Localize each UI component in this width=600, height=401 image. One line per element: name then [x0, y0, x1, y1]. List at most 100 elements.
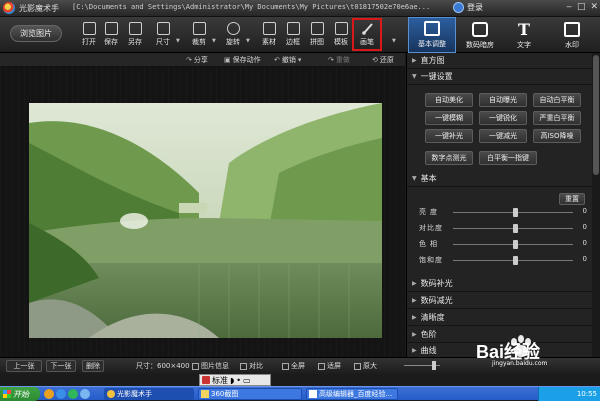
section-fill-light[interactable]: ▶ 数码补光 — [407, 276, 593, 292]
size-button[interactable]: 尺寸 — [152, 20, 174, 50]
hue-slider[interactable]: 色相 0 — [419, 239, 587, 250]
slider-handle[interactable] — [513, 240, 518, 249]
save-label: 保存 — [104, 38, 118, 46]
brightness-slider[interactable]: 亮度 0 — [419, 207, 587, 218]
ime-toolbar[interactable]: 标准 ◗ • ▭ — [199, 374, 271, 386]
image-info-button[interactable]: 图片信息 — [192, 361, 229, 371]
rotate-button[interactable]: 旋转 — [222, 20, 244, 50]
open-icon — [82, 22, 96, 35]
undo-label: 撤销 — [281, 56, 296, 64]
clock[interactable]: 10:55 — [577, 390, 597, 398]
edited-photo[interactable] — [29, 103, 382, 338]
section-reduce-light[interactable]: ▶ 数码减光 — [407, 293, 593, 309]
save-button[interactable]: 保存 — [100, 20, 122, 50]
scrollbar-thumb[interactable] — [593, 55, 599, 175]
zoom-slider-handle[interactable] — [432, 361, 436, 370]
section-curves-label: 曲线 — [420, 346, 437, 355]
one-click-blur-button[interactable]: 一键模糊 — [425, 111, 473, 125]
start-button[interactable]: 开始 — [0, 387, 40, 401]
saturation-slider[interactable]: 饱和度 0 — [419, 255, 587, 266]
task-photo-editor[interactable]: 光影魔术手 — [104, 388, 194, 400]
ime-punctuation-icon[interactable]: • — [236, 376, 241, 385]
material-button[interactable]: 素材 — [258, 20, 280, 50]
delete-button[interactable]: 删除 — [82, 360, 104, 372]
ime-keyboard-icon[interactable]: ▭ — [243, 376, 251, 385]
login-button[interactable]: 登录 — [453, 2, 483, 13]
collage-button[interactable]: 拼图 — [306, 20, 328, 50]
size-dropdown-icon[interactable]: ▼ — [176, 38, 180, 44]
section-basic[interactable]: ▼ 基本 — [407, 171, 593, 187]
white-balance-picker-button[interactable]: 白平衡一指键 — [479, 151, 537, 165]
slider-handle[interactable] — [513, 224, 518, 233]
next-image-button[interactable]: 下一张 — [46, 360, 76, 372]
app-logo-icon — [3, 2, 15, 14]
brush-button[interactable]: 画笔 — [352, 18, 382, 51]
high-iso-denoise-button[interactable]: 高ISO降噪 — [533, 129, 581, 143]
quicklaunch-icon[interactable] — [56, 389, 66, 399]
crop-button[interactable]: 裁剪 — [188, 20, 210, 50]
strict-white-balance-button[interactable]: 严重白平衡 — [533, 111, 581, 125]
tab-watermark[interactable]: 水印 — [552, 17, 592, 53]
rotate-icon — [226, 22, 240, 35]
tab-basic-adjust[interactable]: 基本调整 — [408, 17, 456, 53]
close-button[interactable]: ✕ — [590, 2, 598, 12]
reduce-light-button[interactable]: 一键减光 — [479, 129, 527, 143]
auto-beautify-button[interactable]: 自动美化 — [425, 93, 473, 107]
contrast-slider[interactable]: 对比度 0 — [419, 223, 587, 234]
original-size-label: 原大 — [363, 362, 377, 370]
spot-metering-button[interactable]: 数字点测光 — [425, 151, 473, 165]
quicklaunch-icon[interactable] — [44, 389, 54, 399]
original-size-icon — [354, 362, 361, 370]
fill-light-button[interactable]: 一键补光 — [425, 129, 473, 143]
section-histogram[interactable]: ▶ 直方图 — [407, 53, 593, 69]
text-icon: T — [518, 20, 530, 39]
slider-handle[interactable] — [513, 256, 518, 265]
browse-images-button[interactable]: 浏览图片 — [10, 25, 62, 42]
maximize-button[interactable]: □ — [577, 2, 586, 12]
rotate-dropdown-icon[interactable]: ▼ — [246, 38, 250, 44]
border-icon — [286, 22, 300, 35]
border-button[interactable]: 边框 — [282, 20, 304, 50]
save-as-button[interactable]: 另存 — [124, 20, 146, 50]
undo-dropdown-icon[interactable]: ▾ — [298, 56, 302, 64]
share-button[interactable]: ↷ 分享 — [186, 55, 208, 65]
restore-icon: ⟲ — [372, 56, 378, 64]
image-canvas[interactable] — [0, 67, 405, 357]
share-label: 分享 — [193, 56, 208, 64]
hue-label: 色相 — [419, 240, 441, 248]
fullscreen-label: 全屏 — [291, 362, 305, 370]
collapse-icon: ▼ — [412, 73, 417, 80]
fullscreen-button[interactable]: 全屏 — [282, 361, 305, 371]
open-button[interactable]: 打开 — [78, 20, 100, 50]
template-button[interactable]: 模板 — [330, 20, 352, 50]
ime-moon-icon[interactable]: ◗ — [230, 376, 234, 385]
undo-button[interactable]: ↶ 撤销 ▾ — [274, 55, 301, 65]
restore-button[interactable]: ⟲ 还原 — [372, 55, 394, 65]
section-one-click[interactable]: ▼ 一键设置 — [407, 69, 593, 85]
redo-button[interactable]: ↷ 重做 — [328, 55, 350, 65]
minimize-button[interactable]: ‒ — [566, 2, 572, 12]
section-clarity[interactable]: ▶ 清晰度 — [407, 310, 593, 326]
crop-dropdown-icon[interactable]: ▼ — [212, 38, 216, 44]
quicklaunch-icon[interactable] — [68, 389, 78, 399]
fit-screen-button[interactable]: 适屏 — [318, 361, 341, 371]
auto-exposure-button[interactable]: 自动曝光 — [479, 93, 527, 107]
auto-white-balance-button[interactable]: 自动白平衡 — [533, 93, 581, 107]
more-tools-dropdown-icon[interactable]: ▼ — [392, 38, 396, 44]
original-size-button[interactable]: 原大 — [354, 361, 377, 371]
panel-scrollbar[interactable] — [592, 53, 600, 357]
reset-button[interactable]: 重置 — [559, 193, 585, 205]
tab-digital-darkroom-label: 数码暗房 — [466, 41, 494, 49]
compare-button[interactable]: 对比 — [240, 361, 263, 371]
previous-image-button[interactable]: 上一张 — [6, 360, 42, 372]
tab-digital-darkroom[interactable]: 数码暗房 — [458, 17, 502, 53]
task-browser[interactable]: 高级编辑器_百度经验... — [306, 388, 398, 400]
save-action-button[interactable]: ▣ 保存动作 — [224, 55, 261, 65]
slider-handle[interactable] — [513, 208, 518, 217]
task-screenshot[interactable]: 360截图 — [198, 388, 302, 400]
border-label: 边框 — [286, 38, 300, 46]
one-click-sharpen-button[interactable]: 一键锐化 — [479, 111, 527, 125]
fit-screen-icon — [318, 362, 325, 370]
quicklaunch-icon[interactable] — [80, 389, 90, 399]
tab-text[interactable]: T 文字 — [504, 17, 544, 53]
